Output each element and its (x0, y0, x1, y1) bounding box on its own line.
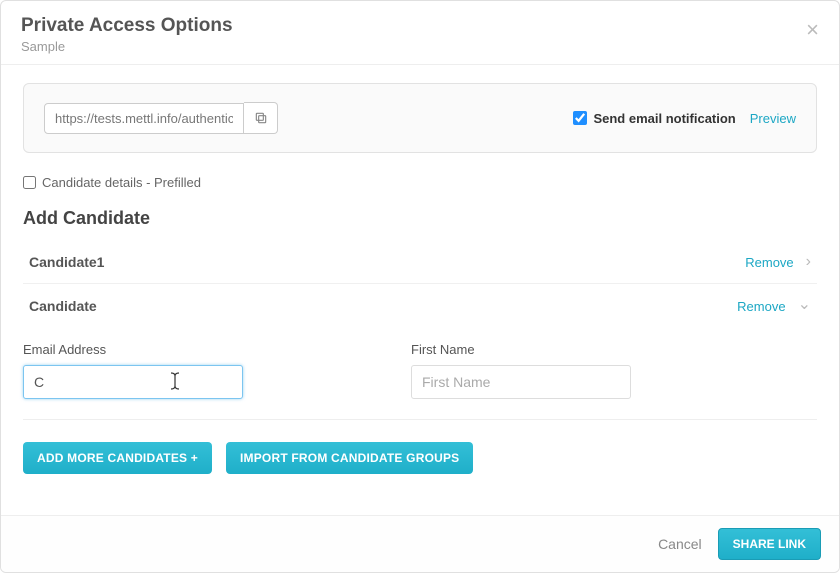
cancel-button[interactable]: Cancel (658, 536, 702, 552)
firstname-field[interactable] (411, 365, 631, 399)
share-link-button[interactable]: SHARE LINK (718, 528, 821, 560)
firstname-label: First Name (411, 342, 631, 357)
email-field[interactable] (23, 365, 243, 399)
modal-subtitle: Sample (21, 39, 819, 54)
modal-footer: Cancel SHARE LINK (1, 515, 839, 572)
candidate-row[interactable]: Candidate1 Remove › (23, 241, 817, 284)
candidate-name: Candidate1 (29, 254, 745, 270)
private-access-modal: Private Access Options Sample × Send ema… (0, 0, 840, 573)
remove-link[interactable]: Remove (745, 255, 793, 270)
email-group: Email Address (23, 342, 243, 399)
prefill-checkbox[interactable] (23, 176, 36, 189)
email-notification-label: Send email notification (593, 111, 735, 126)
prefill-row: Candidate details - Prefilled (23, 175, 817, 190)
modal-title: Private Access Options (21, 15, 819, 37)
close-icon[interactable]: × (806, 19, 819, 41)
candidate-name: Candidate (29, 298, 737, 314)
copy-icon (254, 111, 268, 125)
preview-link[interactable]: Preview (750, 111, 796, 126)
email-label: Email Address (23, 342, 243, 357)
test-url-input[interactable] (44, 103, 244, 134)
remove-link[interactable]: Remove (737, 299, 785, 314)
modal-header: Private Access Options Sample × (1, 1, 839, 65)
action-buttons: ADD MORE CANDIDATES + IMPORT FROM CANDID… (23, 442, 817, 474)
chevron-down-icon: ⌄ (798, 294, 811, 314)
modal-body: Send email notification Preview Candidat… (1, 65, 839, 515)
add-candidate-heading: Add Candidate (23, 208, 817, 229)
add-more-candidates-button[interactable]: ADD MORE CANDIDATES + (23, 442, 212, 474)
chevron-right-icon: › (806, 253, 811, 271)
firstname-group: First Name (411, 342, 631, 399)
import-candidates-button[interactable]: IMPORT FROM CANDIDATE GROUPS (226, 442, 473, 474)
candidate-row[interactable]: Candidate Remove ⌄ (23, 284, 817, 328)
email-notification-toggle: Send email notification (573, 111, 735, 126)
candidate-form: Email Address First Name (23, 342, 817, 420)
email-notification-checkbox[interactable] (573, 111, 587, 125)
copy-button[interactable] (244, 102, 278, 134)
link-container: Send email notification Preview (23, 83, 817, 153)
prefill-label: Candidate details - Prefilled (42, 175, 201, 190)
